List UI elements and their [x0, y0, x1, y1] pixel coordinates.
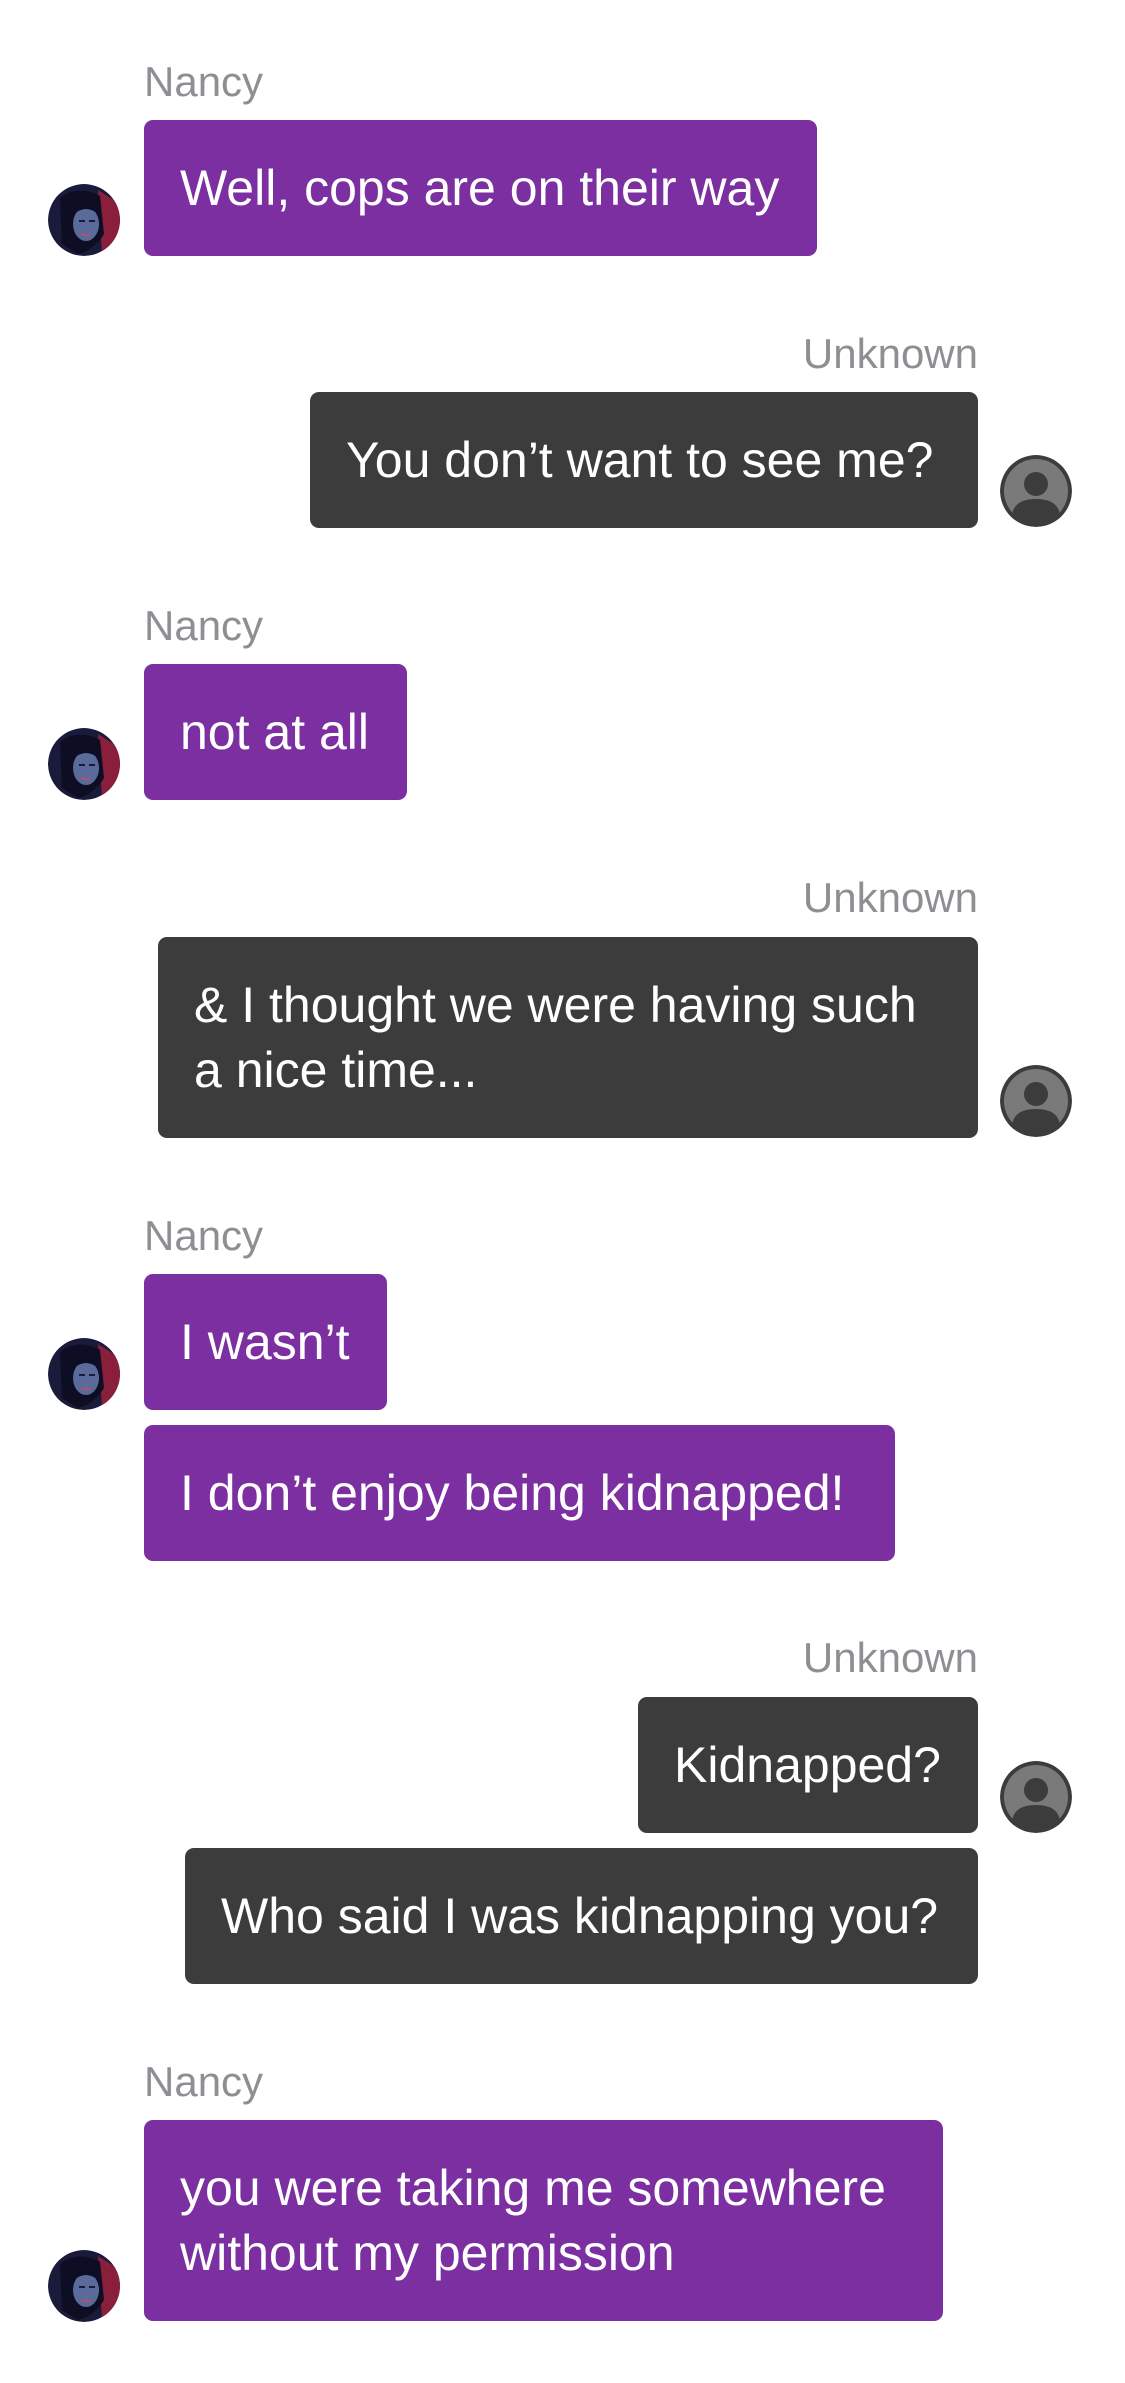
nancy-avatar[interactable] — [48, 2250, 120, 2322]
nancy-avatar[interactable] — [48, 184, 120, 256]
message-bubble-nancy[interactable]: not at all — [144, 664, 407, 800]
unknown-avatar[interactable] — [1000, 1761, 1072, 1833]
nancy-portrait-icon — [48, 728, 120, 800]
sender-name-unknown: Unknown — [802, 330, 978, 377]
message-bubble-unknown[interactable]: You don’t want to see me? — [310, 392, 978, 528]
default-person-icon — [1000, 1761, 1072, 1833]
message-bubble-unknown[interactable]: Who said I was kidnapping you? — [185, 1848, 978, 1984]
nancy-avatar[interactable] — [48, 1338, 120, 1410]
sender-name-unknown: Unknown — [802, 874, 978, 921]
default-person-icon — [1000, 455, 1072, 527]
nancy-portrait-icon — [48, 184, 120, 256]
nancy-portrait-icon — [48, 2250, 120, 2322]
nancy-portrait-icon — [48, 1338, 120, 1410]
message-bubble-nancy[interactable]: you were taking me somewhere without my … — [144, 2120, 943, 2321]
message-bubble-unknown[interactable]: Kidnapped? — [638, 1697, 978, 1833]
message-bubble-nancy[interactable]: Well, cops are on their way — [144, 120, 817, 256]
sender-name-nancy: Nancy — [144, 2058, 264, 2105]
sender-name-nancy: Nancy — [144, 602, 264, 649]
default-person-icon — [1000, 1065, 1072, 1137]
sender-name-nancy: Nancy — [144, 1212, 264, 1259]
message-bubble-unknown[interactable]: & I thought we were having such a nice t… — [158, 937, 978, 1138]
unknown-avatar[interactable] — [1000, 455, 1072, 527]
message-bubble-nancy[interactable]: I wasn’t — [144, 1274, 387, 1410]
nancy-avatar[interactable] — [48, 728, 120, 800]
sender-name-unknown: Unknown — [802, 1634, 978, 1681]
unknown-avatar[interactable] — [1000, 1065, 1072, 1137]
sender-name-nancy: Nancy — [144, 58, 264, 105]
message-bubble-nancy[interactable]: I don’t enjoy being kidnapped! — [144, 1425, 895, 1561]
